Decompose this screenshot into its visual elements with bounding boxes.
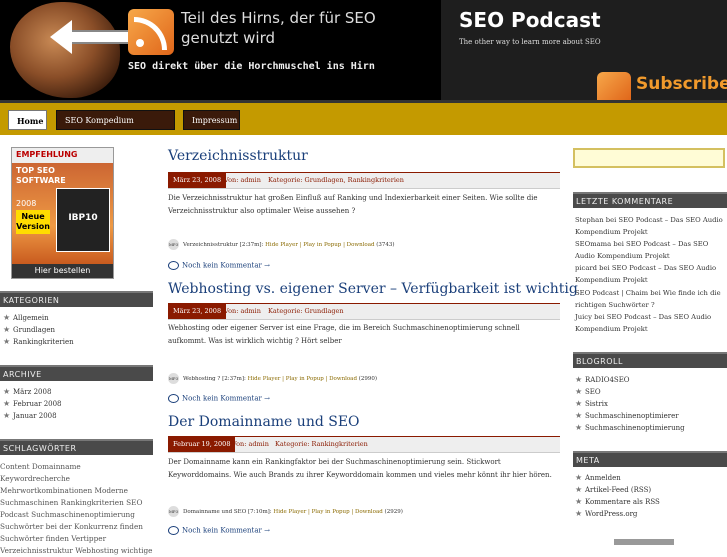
promo-banner[interactable]: EMPFEHLUNG TOP SEO SOFTWARE 2008 Neue Ver… xyxy=(11,147,114,279)
promo-badge: Neue Version xyxy=(16,210,50,234)
recent-comments-list: Stephan bei SEO Podcast – Das SEO Audio … xyxy=(575,214,725,335)
post-author[interactable]: Von: admin xyxy=(232,437,269,452)
blogroll-list: ★ RADIO4SEO ★ SEO ★ Sistrix ★ Suchmaschineno… xyxy=(575,374,685,434)
list-item[interactable]: ★ SEO xyxy=(575,386,685,398)
arrow-icon xyxy=(50,20,132,54)
star-icon: ★ xyxy=(575,387,583,396)
post-meta-bar: März 23, 2008 Von: admin Kategorie: Grun… xyxy=(168,172,560,189)
post-body: Webhosting oder eigener Server ist eine … xyxy=(168,324,520,345)
blog-counter-badge[interactable] xyxy=(614,539,674,545)
post-title[interactable]: Webhosting vs. eigener Server – Verfügba… xyxy=(168,281,578,297)
comment-bubble-icon xyxy=(168,394,179,403)
promo-seo-label: TOP SEO SOFTWARE xyxy=(16,166,66,185)
star-icon: ★ xyxy=(3,313,11,322)
tags-title: SCHLAGWÖRTER xyxy=(0,439,153,455)
subscribe-rss-icon[interactable] xyxy=(597,72,631,100)
list-item[interactable]: ★ Januar 2008 xyxy=(3,410,62,422)
star-icon: ★ xyxy=(575,509,583,518)
promo-product-box: IBP10 xyxy=(56,188,110,252)
list-item[interactable]: Juicy bei SEO Podcast – Das SEO Audio Ko… xyxy=(575,311,725,335)
post-meta-bar: Februar 19, 2008 Von: admin Kategorie: R… xyxy=(168,436,560,453)
audio-player[interactable]: Domainname und SEO [7:10m]: Hide Player … xyxy=(183,509,403,515)
post-categories[interactable]: Kategorie: Grundlagen, Rankingkriterien xyxy=(268,173,404,188)
banner-title: Teil des Hirns, der für SEO genutzt wird xyxy=(181,9,376,47)
list-item[interactable]: ★ Suchmaschinenoptimierung xyxy=(575,422,685,434)
nav-kompendium[interactable]: SEO Kompedium Übersicht xyxy=(56,110,175,145)
post-categories[interactable]: Kategorie: Rankingkriterien xyxy=(275,437,368,452)
comment-bubble-icon xyxy=(168,526,179,535)
list-item[interactable]: ★ Anmelden xyxy=(575,472,660,484)
nav-impressum[interactable]: Impressum xyxy=(183,110,240,130)
list-item[interactable]: Stephan bei SEO Podcast – Das SEO Audio … xyxy=(575,214,725,238)
list-item[interactable]: ★ Artikel-Feed (RSS) xyxy=(575,484,660,496)
list-item[interactable]: ★ März 2008 xyxy=(3,386,62,398)
star-icon: ★ xyxy=(3,411,11,420)
list-item[interactable]: ★ WordPress.org xyxy=(575,508,660,520)
list-item[interactable]: ★ Sistrix xyxy=(575,398,685,410)
post-categories[interactable]: Kategorie: Grundlagen xyxy=(268,304,344,319)
categories-list: ★ Allgemein ★ Grundlagen ★ Rankingkriterien xyxy=(3,312,74,348)
archive-list: ★ März 2008 ★ Februar 2008 ★ Januar 2008 xyxy=(3,386,62,422)
comments-link[interactable]: Noch kein Kommentar → xyxy=(168,394,270,403)
main-nav: Home SEO Kompedium Übersicht Impressum xyxy=(0,100,727,145)
comments-link[interactable]: Noch kein Kommentar → xyxy=(168,526,270,535)
subscribe-link[interactable]: Subscribe xyxy=(636,74,727,94)
post-title[interactable]: Der Domainname und SEO xyxy=(168,414,360,430)
banner-subtitle: SEO direkt über die Horchmuschel ins Hir… xyxy=(128,61,375,72)
star-icon: ★ xyxy=(575,473,583,482)
meta-list: ★ Anmelden ★ Artikel-Feed (RSS) ★ Kommentar… xyxy=(575,472,660,520)
promo-year: 2008 xyxy=(16,199,37,208)
post-body: Der Domainname kann ein Rankingfaktor be… xyxy=(168,458,552,479)
mp3-icon: MP3 xyxy=(168,239,179,250)
star-icon: ★ xyxy=(575,375,583,384)
list-item[interactable]: ★ Grundlagen xyxy=(3,324,74,336)
list-item[interactable]: SEO Podcast | Chaim bei Wie finde ich di… xyxy=(575,287,725,311)
promo-cta: Hier bestellen xyxy=(12,264,113,278)
star-icon: ★ xyxy=(575,411,583,420)
site-title[interactable]: SEO Podcast xyxy=(459,8,601,32)
archive-title: ARCHIVE xyxy=(0,365,153,381)
star-icon: ★ xyxy=(575,399,583,408)
post-author[interactable]: Von: admin xyxy=(224,304,261,319)
tag-cloud[interactable]: Content Domainname Keywordrecherche Mehr… xyxy=(0,461,153,557)
post-date: März 23, 2008 xyxy=(168,173,227,188)
site-header: Teil des Hirns, der für SEO genutzt wird… xyxy=(0,0,727,100)
nav-home[interactable]: Home xyxy=(8,110,47,130)
recent-comments-title: LETZTE KOMMENTARE xyxy=(573,192,727,208)
post-date: März 23, 2008 xyxy=(168,304,227,319)
categories-title: KATEGORIEN xyxy=(0,291,153,307)
blogroll-title: BLOGROLL xyxy=(573,352,727,368)
list-item[interactable]: ★ Kommentare als RSS xyxy=(575,496,660,508)
post-date: Februar 19, 2008 xyxy=(168,437,236,452)
star-icon: ★ xyxy=(3,325,11,334)
mp3-icon: MP3 xyxy=(168,506,179,517)
comments-link[interactable]: Noch kein Kommentar → xyxy=(168,261,270,270)
list-item[interactable]: ★ RADIO4SEO xyxy=(575,374,685,386)
audio-player[interactable]: Verzeichnisstruktur [2:37m]: Hide Player… xyxy=(183,242,395,248)
list-item[interactable]: ★ Februar 2008 xyxy=(3,398,62,410)
list-item[interactable]: picard bei SEO Podcast – Das SEO Audio K… xyxy=(575,262,725,286)
rss-icon[interactable] xyxy=(128,9,174,55)
mp3-icon: MP3 xyxy=(168,373,179,384)
list-item[interactable]: ★ Allgemein xyxy=(3,312,74,324)
star-icon: ★ xyxy=(575,423,583,432)
star-icon: ★ xyxy=(3,399,11,408)
post-title[interactable]: Verzeichnisstruktur xyxy=(168,148,308,164)
star-icon: ★ xyxy=(575,485,583,494)
audio-player[interactable]: Webhosting ? [2:37m]: Hide Player | Play… xyxy=(183,376,377,382)
meta-title: META xyxy=(573,451,727,467)
promo-top-label: EMPFEHLUNG xyxy=(16,150,78,159)
site-description: The other way to learn more about SEO xyxy=(459,38,601,46)
star-icon: ★ xyxy=(575,497,583,506)
list-item[interactable]: ★ Rankingkriterien xyxy=(3,336,74,348)
search-input[interactable] xyxy=(573,148,725,168)
post-author[interactable]: Von: admin xyxy=(224,173,261,188)
star-icon: ★ xyxy=(3,387,11,396)
post-meta-bar: März 23, 2008 Von: admin Kategorie: Grun… xyxy=(168,303,560,320)
post-body: Die Verzeichnisstruktur hat großen Einfl… xyxy=(168,194,538,215)
comment-bubble-icon xyxy=(168,261,179,270)
list-item[interactable]: ★ Suchmaschinenoptimierer xyxy=(575,410,685,422)
star-icon: ★ xyxy=(3,337,11,346)
list-item[interactable]: SEOmama bei SEO Podcast – Das SEO Audio … xyxy=(575,238,725,262)
